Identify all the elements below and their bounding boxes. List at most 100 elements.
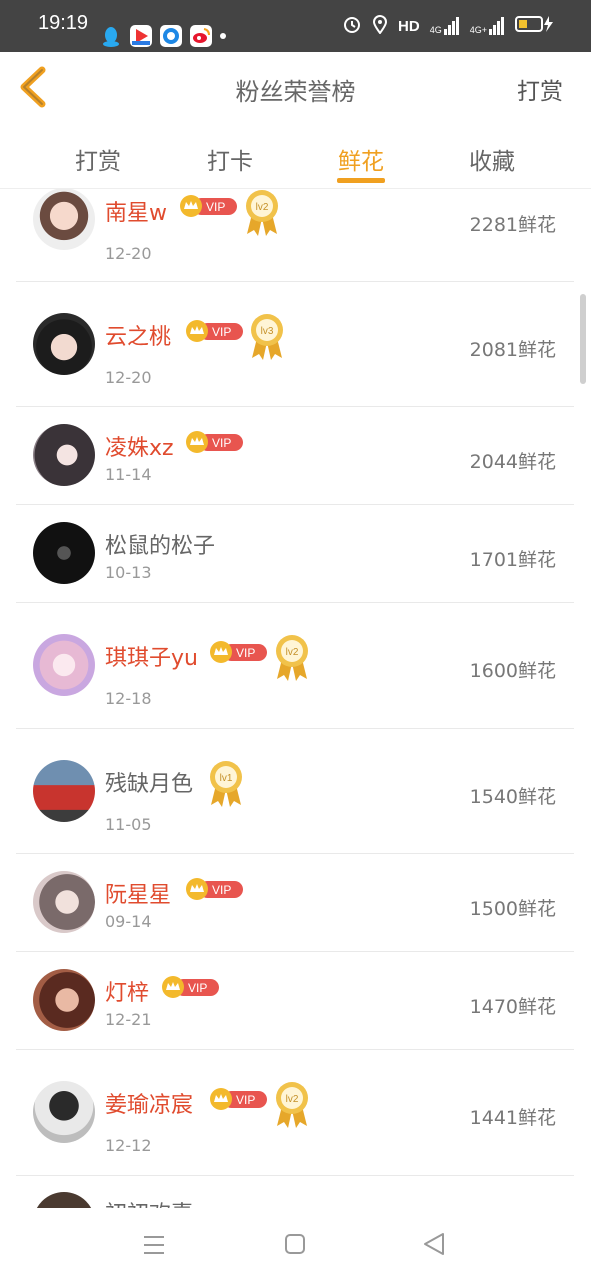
user-name[interactable]: 南星w <box>105 195 167 227</box>
svg-text:lv2: lv2 <box>286 647 299 658</box>
date: 12-18 <box>105 689 152 708</box>
list-item[interactable]: 姜瑜凉宸 VIP lv2 12-12 1441鲜花 <box>16 1050 574 1176</box>
flower-count: 1470鲜花 <box>469 996 556 1018</box>
svg-text:VIP: VIP <box>212 436 231 450</box>
level-medal-icon: lv1 <box>210 761 242 807</box>
avatar[interactable] <box>33 1081 95 1143</box>
svg-text:VIP: VIP <box>236 646 255 660</box>
app-header: 粉丝荣誉榜 打赏 <box>0 52 591 123</box>
fan-ranking-list[interactable]: 南星w VIP lv2 12-20 2281鲜花 云之桃 VIP lv3 12-… <box>16 188 574 1208</box>
avatar[interactable] <box>33 634 95 696</box>
flower-count: 1500鲜花 <box>469 898 556 920</box>
system-nav-bar <box>0 1208 591 1280</box>
list-item[interactable]: 琪琪子yu VIP lv2 12-18 1600鲜花 <box>16 603 574 729</box>
vip-badge: VIP <box>186 431 243 453</box>
list-item[interactable]: 阮星星 VIP 09-14 1500鲜花 <box>16 854 574 952</box>
tab-reward[interactable]: 打赏 <box>48 142 148 176</box>
weibo-icon <box>190 25 212 47</box>
vip-badge: VIP <box>186 878 243 900</box>
date: 12-20 <box>105 368 152 387</box>
user-name[interactable]: 松鼠的松子 <box>105 528 215 560</box>
svg-text:VIP: VIP <box>212 883 231 897</box>
tab-flowers[interactable]: 鲜花 <box>311 142 411 176</box>
alarm-icon <box>342 14 362 38</box>
location-icon <box>372 14 388 38</box>
user-name[interactable]: 凌姝xz <box>105 430 174 462</box>
date: 11-05 <box>105 815 152 834</box>
video-app-icon <box>130 25 152 47</box>
status-bar: 19:19 HD 4G 4G+ <box>0 0 591 52</box>
avatar[interactable] <box>33 522 95 584</box>
list-item[interactable]: 灯梓 VIP 12-21 1470鲜花 <box>16 952 574 1050</box>
user-name[interactable]: 灯梓 <box>105 975 149 1007</box>
vip-badge: VIP <box>180 195 237 217</box>
back-triangle-icon <box>424 1233 444 1255</box>
active-tab-indicator <box>337 178 385 183</box>
date: 12-21 <box>105 1010 152 1029</box>
svg-text:lv2: lv2 <box>256 202 269 213</box>
reward-button[interactable]: 打赏 <box>517 72 563 106</box>
tab-checkin[interactable]: 打卡 <box>180 142 280 176</box>
avatar[interactable] <box>33 1192 95 1208</box>
vip-badge: VIP <box>210 1088 267 1110</box>
signal-icon-1: 4G <box>430 17 460 35</box>
date: 09-14 <box>105 912 152 931</box>
list-item[interactable]: 松鼠的松子 10-13 1701鲜花 <box>16 505 574 603</box>
browser-icon <box>160 25 182 47</box>
user-name[interactable]: 姜瑜凉宸 <box>105 1087 193 1119</box>
vip-badge: VIP <box>210 641 267 663</box>
qq-icon <box>100 25 122 47</box>
avatar[interactable] <box>33 760 95 822</box>
svg-text:VIP: VIP <box>212 325 231 339</box>
avatar[interactable] <box>33 313 95 375</box>
level-medal-icon: lv2 <box>246 190 278 236</box>
hd-label: HD <box>398 17 420 35</box>
date: 12-20 <box>105 244 152 263</box>
svg-text:lv3: lv3 <box>261 326 274 337</box>
date: 10-13 <box>105 563 152 582</box>
status-time: 19:19 <box>38 12 89 34</box>
flower-count: 1441鲜花 <box>469 1107 556 1129</box>
scrollbar[interactable] <box>580 294 586 384</box>
svg-text:lv1: lv1 <box>220 773 233 784</box>
user-name[interactable]: 初初欢喜 <box>105 1196 193 1208</box>
flower-count: 1540鲜花 <box>469 786 556 808</box>
user-name[interactable]: 残缺月色 <box>105 766 193 798</box>
user-name[interactable]: 阮星星 <box>105 877 171 909</box>
date: 11-14 <box>105 465 152 484</box>
user-name[interactable]: 琪琪子yu <box>105 640 198 672</box>
vip-badge: VIP <box>162 976 219 998</box>
more-notifications-dot <box>220 33 226 39</box>
level-medal-icon: lv2 <box>276 635 308 681</box>
tab-favorites[interactable]: 收藏 <box>442 142 542 176</box>
menu-button[interactable] <box>134 1228 174 1262</box>
system-status: HD 4G 4G+ <box>342 14 555 38</box>
level-medal-icon: lv3 <box>251 314 283 360</box>
menu-icon <box>144 1236 164 1254</box>
user-name[interactable]: 云之桃 <box>105 319 171 351</box>
back-nav-button[interactable] <box>415 1228 455 1262</box>
flower-count: 1600鲜花 <box>469 660 556 682</box>
list-item[interactable]: 南星w VIP lv2 12-20 2281鲜花 <box>16 188 574 282</box>
list-item[interactable]: 初初欢喜 <box>16 1176 574 1208</box>
svg-text:VIP: VIP <box>188 981 207 995</box>
list-item[interactable]: 凌姝xz VIP 11-14 2044鲜花 <box>16 407 574 505</box>
level-medal-icon: lv2 <box>276 1082 308 1128</box>
date: 12-12 <box>105 1136 152 1155</box>
avatar[interactable] <box>33 424 95 486</box>
avatar[interactable] <box>33 969 95 1031</box>
avatar[interactable] <box>33 188 95 250</box>
home-button[interactable] <box>275 1228 315 1262</box>
notification-icons <box>100 25 226 47</box>
avatar[interactable] <box>33 871 95 933</box>
svg-text:VIP: VIP <box>206 200 225 214</box>
flower-count: 2081鲜花 <box>469 339 556 361</box>
battery-icon <box>515 15 555 37</box>
list-item[interactable]: 残缺月色 lv1 11-05 1540鲜花 <box>16 729 574 854</box>
list-item[interactable]: 云之桃 VIP lv3 12-20 2081鲜花 <box>16 282 574 407</box>
vip-badge: VIP <box>186 320 243 342</box>
flower-count: 2044鲜花 <box>469 451 556 473</box>
tab-bar: 打赏 打卡 鲜花 收藏 <box>0 122 591 189</box>
svg-text:lv2: lv2 <box>286 1094 299 1105</box>
page-title: 粉丝荣誉榜 <box>235 78 356 106</box>
